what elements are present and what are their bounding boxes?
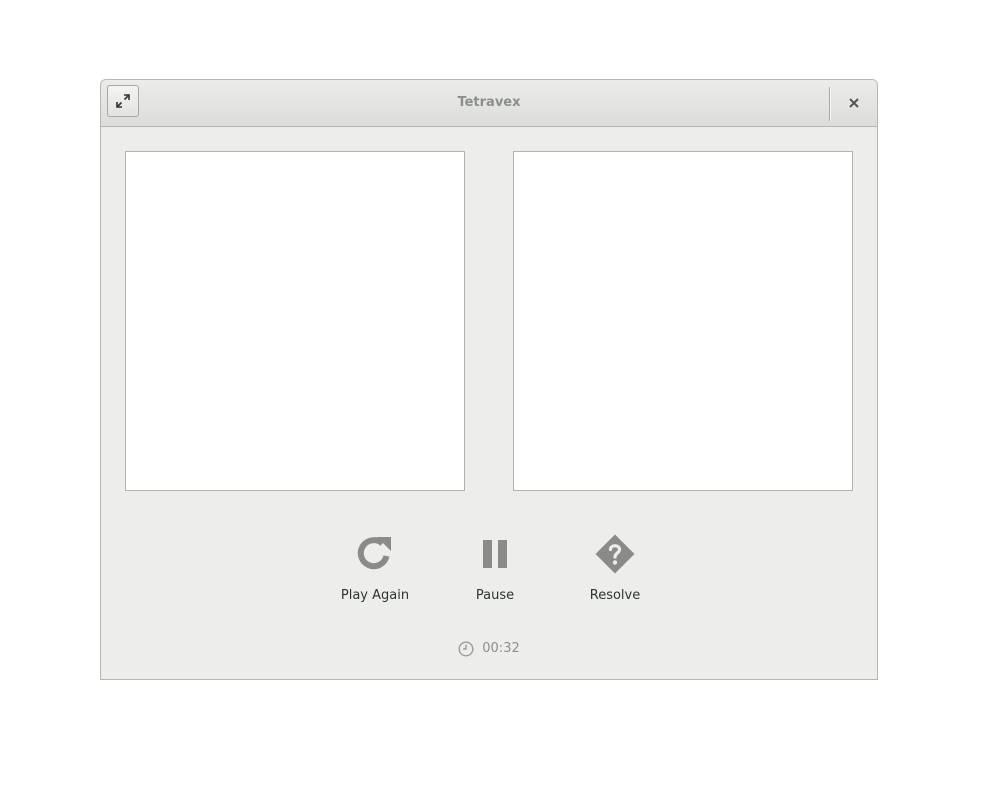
clock-icon (458, 641, 474, 657)
game-controls: Play Again Pause Resolve (101, 532, 877, 612)
window-title: Tetravex (457, 95, 521, 110)
resolve-label: Resolve (589, 588, 641, 603)
pause-label: Pause (475, 588, 515, 603)
close-button[interactable] (842, 91, 866, 115)
resolve-button[interactable]: Resolve (565, 532, 665, 612)
redo-icon (357, 537, 391, 570)
tile-tray[interactable] (513, 151, 853, 491)
titlebar-separator (829, 87, 831, 121)
puzzle-board[interactable] (125, 151, 465, 491)
question-diamond-icon (595, 534, 635, 574)
game-timer: 00:32 (101, 637, 877, 657)
pause-button[interactable]: Pause (445, 532, 545, 612)
pause-icon (483, 540, 507, 568)
play-again-label: Play Again (340, 588, 410, 603)
close-icon (849, 98, 859, 108)
timer-value: 00:32 (482, 641, 520, 656)
play-again-button[interactable]: Play Again (325, 532, 425, 612)
header-bar: Tetravex (101, 80, 877, 127)
app-window: Tetravex Play Again Pause Resolve 00:32 (100, 79, 878, 680)
